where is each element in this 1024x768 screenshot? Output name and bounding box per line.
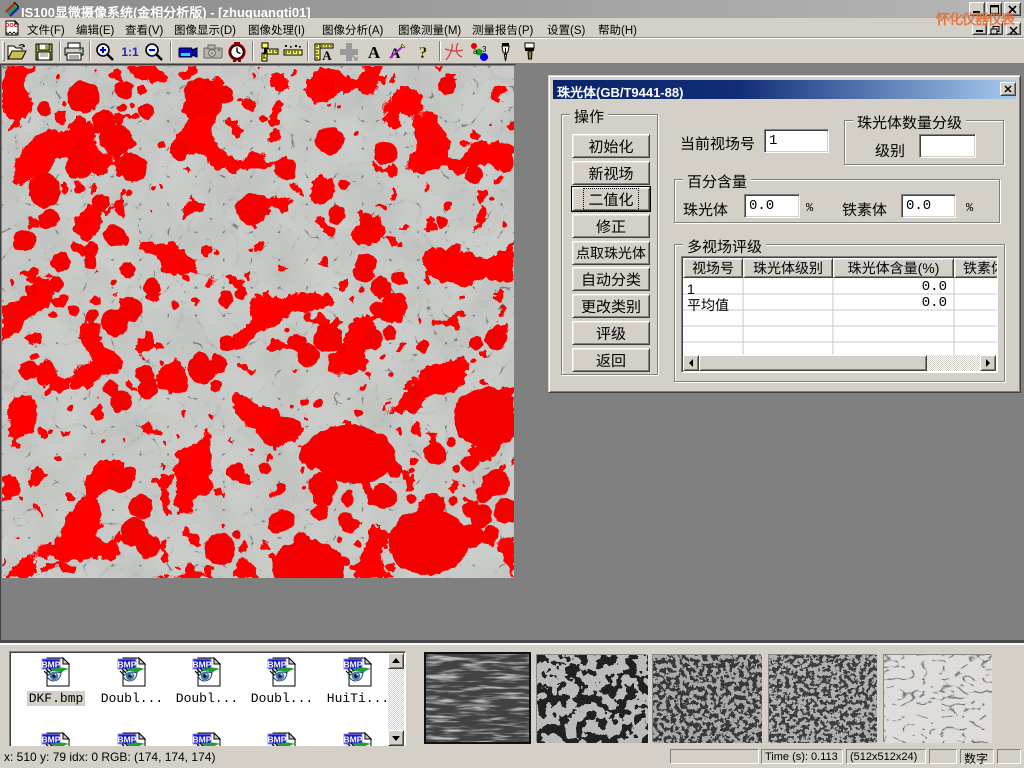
svg-text:a: a <box>473 47 478 56</box>
svg-text:1:1: 1:1 <box>121 45 139 59</box>
svg-text:A: A <box>368 43 381 62</box>
svg-text:A: A <box>322 48 332 63</box>
svg-text:3: 3 <box>482 45 487 54</box>
svg-text:?: ? <box>419 43 428 62</box>
svg-text:DOC: DOC <box>5 23 17 29</box>
